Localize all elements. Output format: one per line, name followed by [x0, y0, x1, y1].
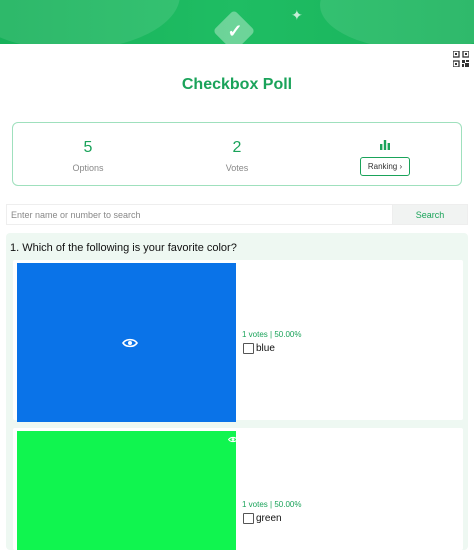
options-count: 5: [83, 139, 93, 156]
option-label: green: [256, 513, 282, 524]
option-label: blue: [256, 343, 275, 354]
options-label: Options: [72, 163, 104, 173]
option-card-blue[interactable]: 1 votes | 50.00% blue: [13, 260, 463, 422]
votes-stat: 2 Votes: [162, 123, 312, 187]
ranking-button-label: Ranking: [367, 162, 398, 171]
header-banner: ✓ ✦: [0, 0, 474, 44]
ranking-button[interactable]: Ranking ›: [360, 157, 410, 176]
eye-icon[interactable]: [122, 338, 138, 348]
eye-icon[interactable]: [228, 436, 238, 443]
check-icon: ✓: [227, 21, 243, 41]
votes-count: 2: [232, 139, 242, 156]
votes-label: Votes: [225, 163, 249, 173]
option-checkbox-blue[interactable]: blue: [243, 343, 275, 354]
banner-decoration: [320, 0, 474, 44]
options-stat: 5 Options: [13, 123, 163, 187]
poll-stats-card: 5 Options 2 Votes Ranking ›: [12, 122, 462, 186]
checkbox[interactable]: [243, 343, 254, 354]
chevron-right-icon: ›: [399, 162, 403, 171]
question-text: 1. Which of the following is your favori…: [10, 242, 237, 254]
page-title: Checkbox Poll: [181, 76, 293, 93]
option-vote-stats: 1 votes | 50.00%: [242, 330, 302, 339]
option-image-blue[interactable]: [17, 263, 236, 422]
search-button[interactable]: Search: [392, 204, 468, 225]
sparkle-icon: ✦: [291, 7, 303, 23]
ranking-stat: Ranking ›: [311, 123, 461, 187]
search-input[interactable]: [6, 204, 392, 225]
banner-decoration: [0, 0, 180, 44]
checkbox[interactable]: [243, 513, 254, 524]
qr-code-icon[interactable]: [453, 51, 469, 67]
bar-chart-icon: [380, 140, 390, 150]
option-card-green[interactable]: 1 votes | 50.00% green: [13, 428, 463, 550]
option-vote-stats: 1 votes | 50.00%: [242, 500, 302, 509]
option-checkbox-green[interactable]: green: [243, 513, 282, 524]
option-image-green[interactable]: [17, 431, 238, 550]
